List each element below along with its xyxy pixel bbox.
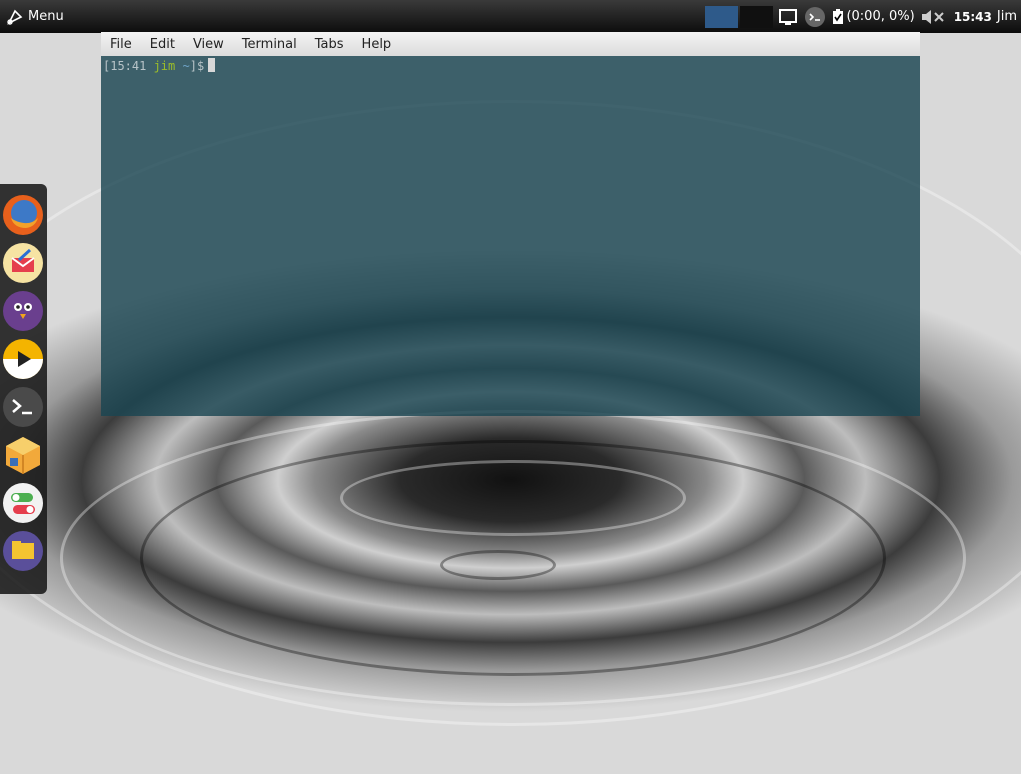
menu-file[interactable]: File: [101, 37, 141, 52]
menu-terminal[interactable]: Terminal: [233, 37, 306, 52]
menu-label: Menu: [28, 9, 64, 24]
menu-tabs[interactable]: Tabs: [306, 37, 353, 52]
terminal-window[interactable]: File Edit View Terminal Tabs Help [15:41…: [101, 32, 920, 416]
terminal-menubar: File Edit View Terminal Tabs Help: [101, 32, 920, 56]
dock-terminal[interactable]: [2, 386, 44, 428]
network-icon: [779, 8, 798, 25]
prompt-dir: ~: [175, 59, 190, 73]
workspace-1[interactable]: [705, 5, 739, 28]
settings-toggle-icon: [3, 483, 43, 523]
dock-software-center[interactable]: [2, 434, 44, 476]
prompt-close: ]$: [189, 59, 205, 73]
volume-muted-icon: [921, 9, 944, 24]
dock-mail[interactable]: [2, 242, 44, 284]
pidgin-icon: [3, 291, 43, 331]
wallpaper-ripple: [60, 410, 966, 706]
prompt-user: jim: [153, 59, 176, 73]
file-manager-icon: [3, 531, 43, 571]
terminal-tray[interactable]: [801, 0, 829, 33]
top-panel: Menu (0:00, 0%) 15:43 Jim: [0, 0, 1021, 33]
menu-icon: [7, 9, 23, 25]
workspace-2[interactable]: [740, 5, 774, 28]
wallpaper-ripple: [440, 550, 556, 580]
dock-file-manager[interactable]: [2, 530, 44, 572]
terminal-icon: [3, 387, 43, 427]
clock[interactable]: 15:43: [950, 10, 996, 24]
desktop: Menu (0:00, 0%) 15:43 Jim File Edit View…: [0, 0, 1021, 774]
mail-icon: [3, 243, 43, 283]
wallpaper-ripple: [340, 460, 686, 536]
dock-pidgin[interactable]: [2, 290, 44, 332]
user-name[interactable]: Jim: [996, 9, 1021, 24]
menu-help[interactable]: Help: [353, 37, 401, 52]
dock-media-player[interactable]: [2, 338, 44, 380]
volume-tray[interactable]: [918, 0, 950, 33]
software-center-icon: [6, 437, 40, 474]
terminal-tray-icon: [805, 6, 826, 27]
firefox-icon: [3, 195, 43, 235]
media-player-icon: [3, 339, 43, 379]
dock-firefox[interactable]: [2, 194, 44, 236]
battery-tray[interactable]: (0:00, 0%): [829, 0, 917, 33]
battery-text: (0:00, 0%): [846, 9, 915, 24]
wallpaper-ripple: [140, 440, 886, 676]
prompt-line: [15:41 jim ~]$: [103, 58, 918, 73]
battery-icon: [833, 8, 844, 24]
menu-edit[interactable]: Edit: [141, 37, 184, 52]
dock-settings-toggle[interactable]: [2, 482, 44, 524]
text-cursor: [208, 58, 216, 72]
dock: [0, 184, 47, 594]
menu-button[interactable]: Menu: [0, 0, 70, 33]
menu-view[interactable]: View: [184, 37, 233, 52]
terminal-body[interactable]: [15:41 jim ~]$: [101, 56, 920, 416]
network-tray[interactable]: [775, 0, 801, 33]
prompt-open: [15:41: [103, 59, 154, 73]
